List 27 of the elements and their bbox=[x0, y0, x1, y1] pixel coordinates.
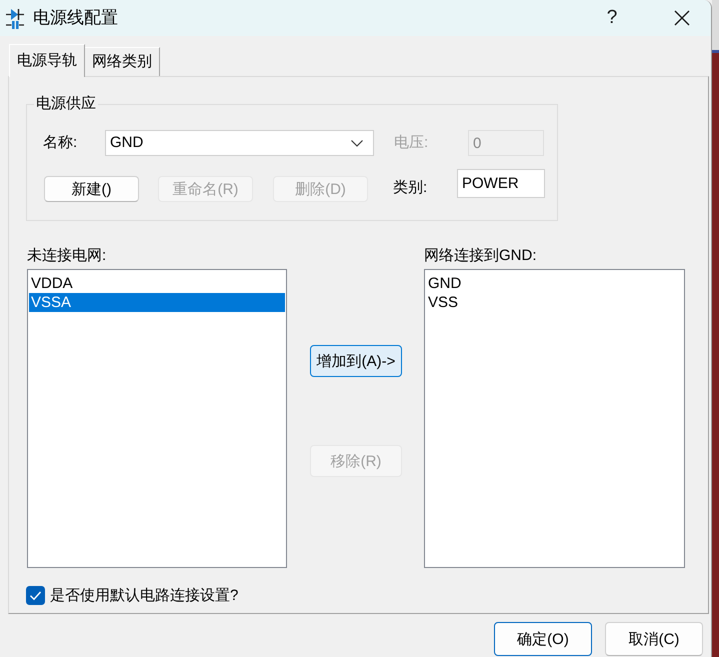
net-list[interactable]: GND VSS bbox=[424, 269, 685, 568]
net-list[interactable]: VDDA VSSA bbox=[27, 269, 287, 568]
help-button[interactable]: ? bbox=[589, 0, 635, 36]
field-label: 类别: bbox=[393, 178, 428, 198]
dropdown[interactable]: GND bbox=[105, 130, 374, 156]
net-list-item[interactable]: GND bbox=[426, 274, 683, 293]
ok-button[interactable]: 确定(O) bbox=[494, 622, 592, 656]
window-title: 电源线配置 bbox=[33, 8, 118, 28]
new-button[interactable]: 新建() bbox=[44, 176, 139, 202]
field-label: 电压: bbox=[394, 133, 430, 153]
tab[interactable]: 网络类别 bbox=[85, 47, 160, 76]
chevron-icon bbox=[351, 140, 363, 146]
class-field[interactable]: POWER bbox=[457, 169, 545, 198]
schematic-icon bbox=[6, 8, 24, 28]
field-label: 名称: bbox=[43, 133, 78, 153]
add-button[interactable]: 增加到(A)-> bbox=[310, 345, 402, 377]
checkbox-label: 是否使用默认电路连接设置? bbox=[50, 586, 238, 604]
checkbox[interactable] bbox=[26, 586, 45, 605]
group-title: 电源供应 bbox=[34, 95, 98, 113]
net-list-item[interactable]: VSS bbox=[426, 293, 683, 312]
close-icon bbox=[674, 10, 690, 26]
list-label: 网络连接到GND: bbox=[424, 247, 538, 265]
net-list-item[interactable]: VDDA bbox=[29, 274, 285, 293]
cancel-button[interactable]: 取消(C) bbox=[605, 622, 703, 656]
tab[interactable]: 电源导轨 bbox=[9, 44, 85, 77]
net-list-item[interactable]: VSSA bbox=[29, 293, 285, 312]
list-label: 未连接电网: bbox=[27, 247, 108, 265]
